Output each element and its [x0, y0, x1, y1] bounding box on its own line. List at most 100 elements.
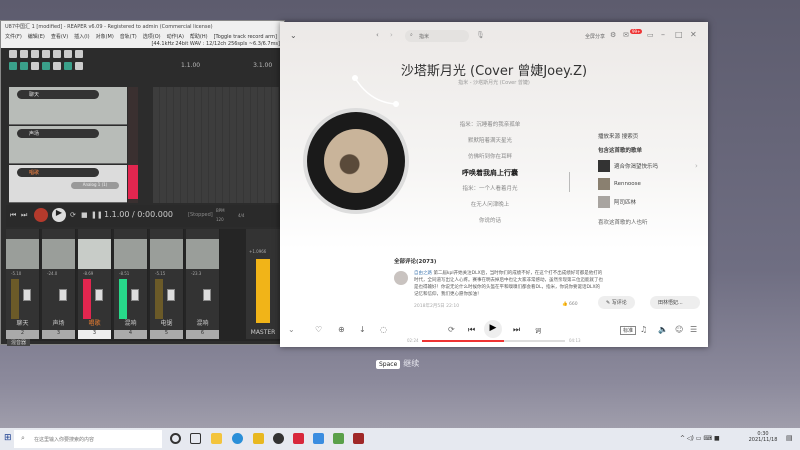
search-input[interactable]: ⌕ 指米 — [405, 30, 469, 42]
lyric-line[interactable]: 呼唤着我肩上行囊 — [430, 168, 550, 184]
menu-options[interactable]: 选项(O) — [143, 34, 161, 40]
menu-file[interactable]: 文件(F) — [5, 34, 22, 40]
playlist-icon[interactable]: ☰ — [690, 325, 697, 334]
minimize-icon[interactable]: – — [661, 30, 665, 39]
list-icon[interactable] — [53, 62, 61, 70]
lyric-line[interactable]: 在无人问津晚上 — [430, 200, 550, 216]
task-view-icon[interactable] — [190, 433, 201, 444]
volume-fader[interactable] — [203, 289, 211, 301]
mixer-strip[interactable]: -24.0 声场 3 — [42, 229, 76, 339]
lyrics-button[interactable]: 词 — [535, 326, 541, 335]
start-icon[interactable]: ⊞ — [4, 433, 12, 443]
reaper-icon[interactable] — [353, 433, 364, 444]
loop-icon[interactable]: ⟳ — [70, 211, 76, 219]
volume-fader[interactable] — [59, 289, 67, 301]
clock[interactable]: 0:30 2021/11/18 — [748, 431, 778, 443]
volume-fader[interactable] — [95, 289, 103, 301]
app-icon[interactable] — [313, 433, 324, 444]
next-icon[interactable]: ⏭ — [513, 325, 520, 335]
volume-icon[interactable]: 🔈 — [658, 325, 668, 334]
play-button[interactable]: ▶ — [52, 208, 66, 222]
tray-icons[interactable]: ^ ◁) ▭ ⌨ ■ — [680, 435, 720, 442]
stop-icon[interactable]: ■ — [81, 211, 88, 219]
close-icon[interactable]: ✕ — [690, 30, 697, 39]
playlist-item[interactable]: Rennoose — [598, 178, 698, 190]
input-select[interactable]: Analog 1 (1) — [71, 182, 119, 189]
bpm-value[interactable]: 120 — [216, 217, 224, 222]
mixer-strip[interactable]: -23.3 混响 6 — [186, 229, 220, 339]
track-row[interactable]: 声场 — [9, 126, 127, 164]
menu-item[interactable]: 对象(M) — [96, 34, 114, 40]
save-icon[interactable] — [31, 50, 39, 58]
file-explorer-icon[interactable] — [211, 433, 222, 444]
mixer-strip[interactable]: -8.51 混响 4 — [114, 229, 148, 339]
track-row[interactable]: 聊天 — [9, 87, 127, 125]
menu-actions[interactable]: 动作(A) — [167, 34, 184, 40]
grid-icon[interactable] — [31, 62, 39, 70]
lyric-line[interactable]: 指米：一个人看着月光 — [430, 184, 550, 200]
lyric-line[interactable]: 你说的话 — [430, 216, 550, 232]
pause-icon[interactable]: ❚❚ — [91, 211, 103, 219]
lyric-line[interactable]: 仿佛听到你在耳畔 — [430, 152, 550, 168]
progress-bar[interactable] — [422, 340, 565, 342]
volume-fader[interactable] — [131, 289, 139, 301]
maximize-icon[interactable]: □ — [675, 30, 683, 39]
track-row[interactable]: 唱歌 Analog 1 (1) — [9, 165, 127, 203]
comment-icon[interactable]: ◌ — [380, 325, 387, 334]
arrange-view[interactable] — [153, 87, 279, 203]
like-count[interactable]: 👍 660 — [562, 302, 578, 307]
play-source[interactable]: 播放来源 搜索页 — [598, 132, 698, 140]
share-button[interactable]: 全屏分享 — [585, 33, 605, 40]
mini-mode-icon[interactable]: ▭ — [647, 31, 654, 39]
menu-insert[interactable]: 插入(I) — [74, 34, 89, 40]
menu-track[interactable]: 音轨(T) — [120, 34, 137, 40]
app-icon[interactable] — [253, 433, 264, 444]
chevron-right-icon[interactable]: › — [695, 162, 698, 170]
track-name[interactable]: 聊天 — [17, 90, 99, 99]
like-icon[interactable]: ♡ — [315, 325, 322, 334]
previous-icon[interactable]: ⏮ — [468, 325, 475, 335]
mail-icon[interactable]: ✉ — [623, 31, 629, 39]
track-name[interactable]: 声场 — [17, 129, 99, 138]
quality-button[interactable]: 标准 — [620, 326, 637, 335]
netease-music-icon[interactable] — [293, 433, 304, 444]
mixer-tab[interactable]: 混音器 — [7, 339, 31, 346]
collapse-icon[interactable]: ⌄ — [290, 31, 297, 40]
effects-icon[interactable]: ♫ — [640, 325, 647, 334]
metronome-icon[interactable] — [75, 50, 83, 58]
skip-end-icon[interactable]: ⏭ — [21, 211, 27, 220]
info-icon[interactable] — [42, 50, 50, 58]
also-like-link[interactable]: 喜欢这首歌的人也听 — [598, 218, 698, 226]
repeat-icon[interactable]: ⟳ — [448, 325, 455, 334]
skip-start-icon[interactable]: ⏮ — [10, 211, 16, 220]
lyrics-scrollbar[interactable] — [569, 172, 570, 192]
listener-chip[interactable]: 田林悟妃... — [650, 296, 700, 309]
app-icon[interactable] — [333, 433, 344, 444]
notification-icon[interactable]: ▤ — [786, 434, 793, 442]
collect-icon[interactable]: ⊕ — [338, 325, 345, 334]
collapse-icon[interactable]: ⌄ — [288, 325, 295, 334]
track-name[interactable]: 唱歌 — [17, 168, 99, 177]
menu-help[interactable]: 帮助(H) — [190, 34, 208, 40]
taskbar-search[interactable]: ⌕ 在这里输入你要搜索的内容 — [14, 430, 162, 448]
microphone-icon[interactable]: 🎙 — [476, 31, 485, 39]
mixer-strip[interactable]: -5.15 电锯 5 — [150, 229, 184, 339]
ripple-icon[interactable] — [9, 62, 17, 70]
lock-icon[interactable] — [75, 62, 83, 70]
master-strip[interactable]: +1.0966 MASTER — [246, 229, 281, 339]
open-icon[interactable] — [20, 50, 28, 58]
menu-edit[interactable]: 编辑(E) — [28, 34, 45, 40]
mixer-strip[interactable]: -8.69 唱歌 3 — [78, 229, 112, 339]
redo-icon[interactable] — [64, 50, 72, 58]
listen-together-icon[interactable]: ☺ — [675, 325, 683, 334]
lyric-line[interactable]: 默默陪着满天星光 — [430, 136, 550, 152]
play-button[interactable]: ▶ — [484, 320, 502, 338]
volume-fader[interactable] — [23, 289, 31, 301]
app-icon[interactable] — [273, 433, 284, 444]
settings-icon[interactable]: ⚙ — [610, 31, 616, 39]
loop-icon[interactable] — [64, 62, 72, 70]
playlist-item[interactable]: 阿司匹林 — [598, 196, 698, 208]
avatar[interactable] — [394, 271, 408, 285]
song-artist[interactable]: 指米 - 沙塔斯月光 (Cover 曾婕) — [280, 79, 708, 86]
edge-icon[interactable] — [232, 433, 243, 444]
